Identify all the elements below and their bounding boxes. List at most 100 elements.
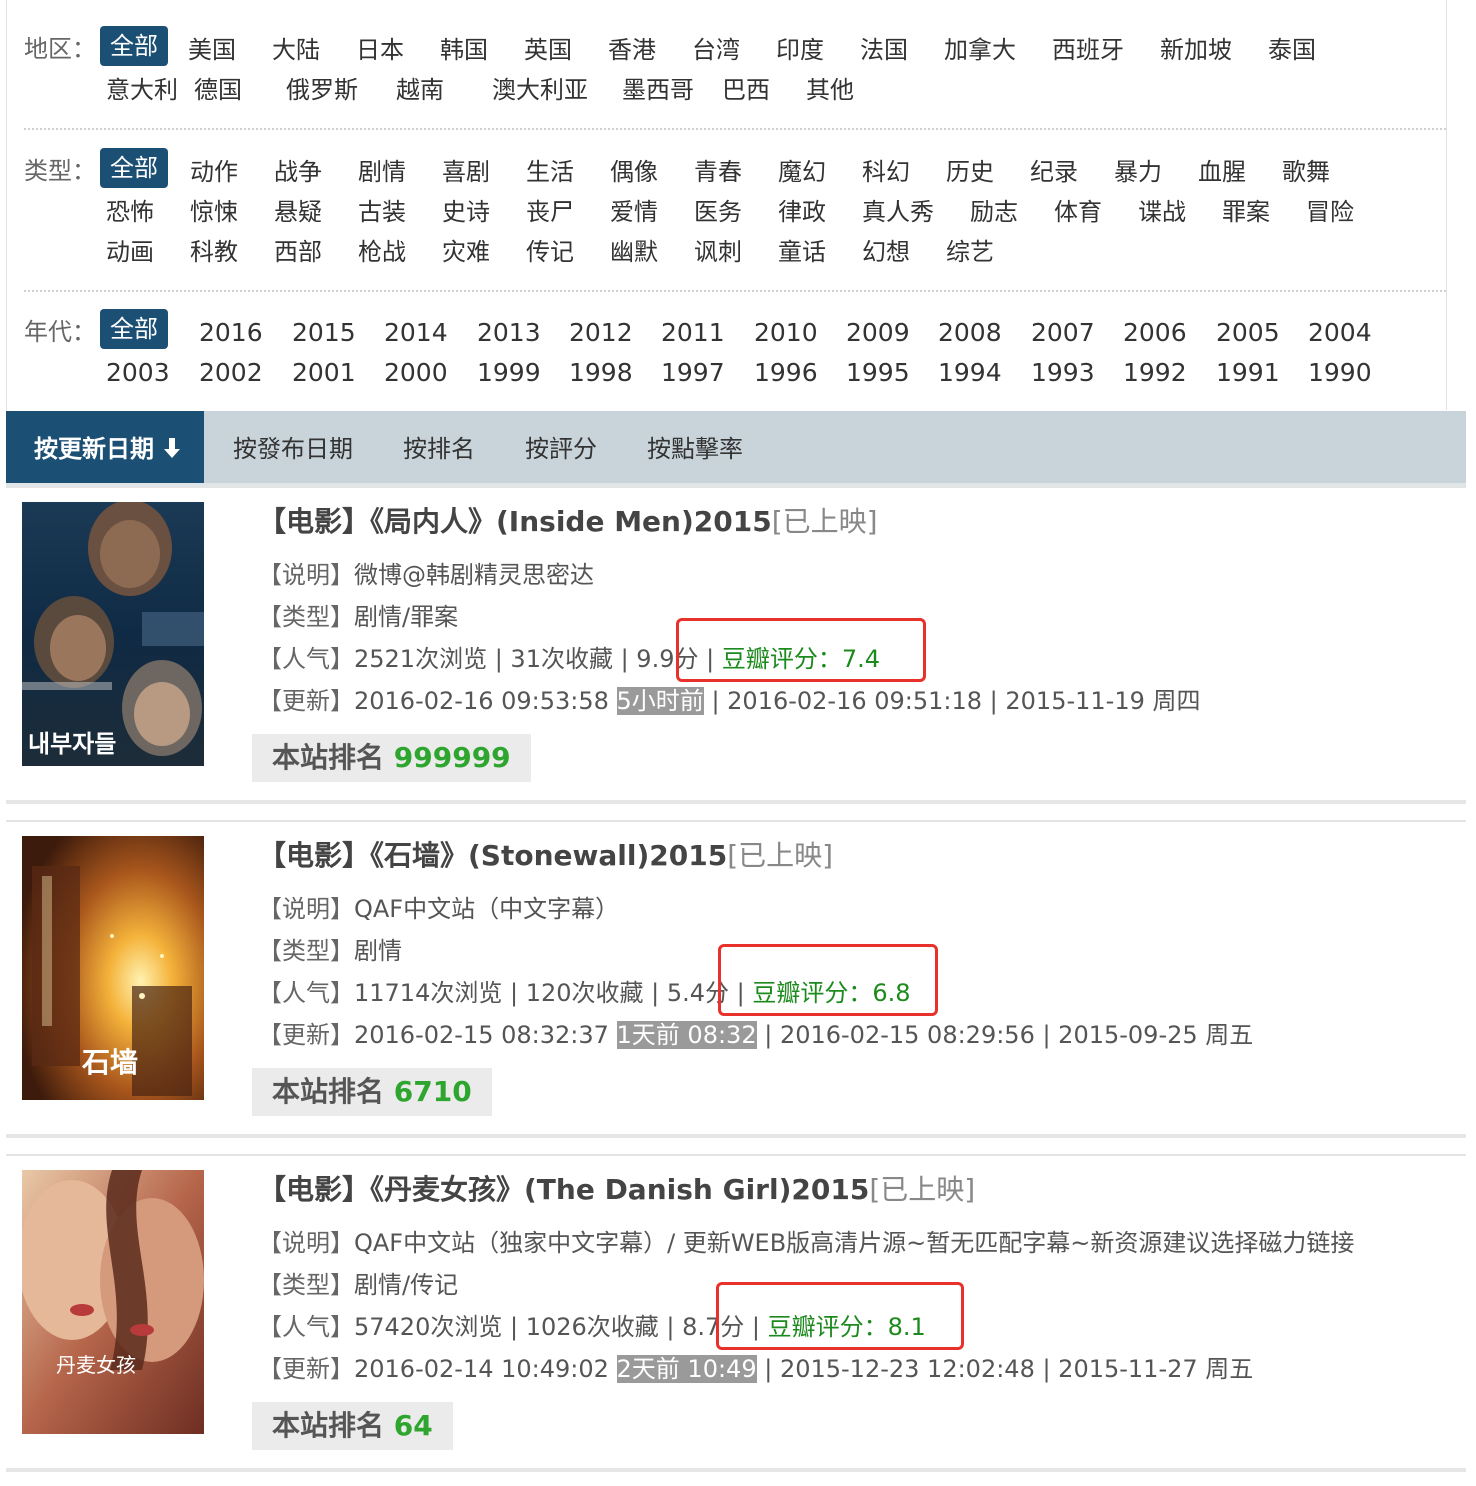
movie-poster[interactable]: 石墙 — [22, 836, 204, 1100]
genre-option[interactable]: 血腥 — [1198, 152, 1246, 192]
movie-title-link[interactable]: 【电影】《局内人》(Inside Men)2015[已上映] — [258, 504, 878, 540]
genre-option[interactable]: 喜剧 — [442, 152, 490, 192]
year-option[interactable]: 2008 — [938, 313, 1002, 353]
genre-option[interactable]: 纪录 — [1030, 152, 1078, 192]
genre-option[interactable]: 丧尸 — [526, 192, 574, 232]
year-option[interactable]: 2016 — [199, 313, 263, 353]
year-option[interactable]: 1993 — [1031, 353, 1095, 393]
genre-option[interactable]: 生活 — [526, 152, 574, 192]
year-option[interactable]: 2005 — [1216, 313, 1280, 353]
region-option[interactable]: 西班牙 — [1052, 30, 1124, 70]
sort-tab-clicks[interactable]: 按點擊率 — [647, 411, 743, 483]
region-option[interactable]: 德国 — [194, 70, 242, 110]
year-option[interactable]: 2001 — [292, 353, 356, 393]
region-option[interactable]: 其他 — [806, 70, 854, 110]
year-option-all-selected[interactable]: 全部 — [100, 309, 168, 349]
genre-option[interactable]: 战争 — [274, 152, 322, 192]
genre-option[interactable]: 西部 — [274, 232, 322, 272]
region-option[interactable]: 意大利 — [106, 70, 178, 110]
genre-option[interactable]: 恐怖 — [106, 192, 154, 232]
region-option[interactable]: 香港 — [608, 30, 656, 70]
region-option[interactable]: 日本 — [356, 30, 404, 70]
year-option[interactable]: 1996 — [754, 353, 818, 393]
year-option[interactable]: 2002 — [199, 353, 263, 393]
year-option[interactable]: 1999 — [477, 353, 541, 393]
year-option[interactable]: 1991 — [1216, 353, 1280, 393]
year-option[interactable]: 2007 — [1031, 313, 1095, 353]
year-option[interactable]: 2015 — [292, 313, 356, 353]
year-option[interactable]: 1997 — [661, 353, 725, 393]
region-option[interactable]: 英国 — [524, 30, 572, 70]
year-option[interactable]: 1992 — [1123, 353, 1187, 393]
year-option[interactable]: 2003 — [106, 353, 170, 393]
region-option[interactable]: 加拿大 — [944, 30, 1016, 70]
genre-option-all-selected[interactable]: 全部 — [100, 148, 168, 188]
genre-option[interactable]: 动画 — [106, 232, 154, 272]
movie-poster[interactable]: 내부자들 — [22, 502, 204, 766]
year-option[interactable]: 2014 — [384, 313, 448, 353]
region-option[interactable]: 印度 — [776, 30, 824, 70]
genre-option[interactable]: 灾难 — [442, 232, 490, 272]
movie-title-link[interactable]: 【电影】《丹麦女孩》(The Danish Girl)2015[已上映] — [258, 1172, 975, 1208]
genre-option[interactable]: 综艺 — [946, 232, 994, 272]
genre-option[interactable]: 励志 — [970, 192, 1018, 232]
region-option[interactable]: 墨西哥 — [622, 70, 694, 110]
genre-option[interactable]: 谍战 — [1138, 192, 1186, 232]
year-option[interactable]: 1995 — [846, 353, 910, 393]
genre-option[interactable]: 科幻 — [862, 152, 910, 192]
year-option[interactable]: 2009 — [846, 313, 910, 353]
region-option[interactable]: 巴西 — [722, 70, 770, 110]
genre-option[interactable]: 爱情 — [610, 192, 658, 232]
region-option[interactable]: 越南 — [396, 70, 444, 110]
genre-option[interactable]: 罪案 — [1222, 192, 1270, 232]
genre-option[interactable]: 歌舞 — [1282, 152, 1330, 192]
region-option[interactable]: 韩国 — [440, 30, 488, 70]
sort-tab-score[interactable]: 按評分 — [525, 411, 597, 483]
sort-tab-update-date[interactable]: 按更新日期 — [6, 411, 204, 483]
year-option[interactable]: 2011 — [661, 313, 725, 353]
year-option[interactable]: 1994 — [938, 353, 1002, 393]
genre-option[interactable]: 历史 — [946, 152, 994, 192]
genre-option[interactable]: 魔幻 — [778, 152, 826, 192]
year-option[interactable]: 1998 — [569, 353, 633, 393]
region-option[interactable]: 泰国 — [1268, 30, 1316, 70]
year-option[interactable]: 2010 — [754, 313, 818, 353]
genre-option[interactable]: 惊悚 — [190, 192, 238, 232]
genre-option[interactable]: 古装 — [358, 192, 406, 232]
year-option[interactable]: 1990 — [1308, 353, 1372, 393]
year-option[interactable]: 2004 — [1308, 313, 1372, 353]
genre-option[interactable]: 律政 — [778, 192, 826, 232]
region-option[interactable]: 台湾 — [692, 30, 740, 70]
region-option[interactable]: 澳大利亚 — [492, 70, 588, 110]
genre-option[interactable]: 剧情 — [358, 152, 406, 192]
sort-tab-publish-date[interactable]: 按發布日期 — [233, 411, 353, 483]
genre-option[interactable]: 青春 — [694, 152, 742, 192]
genre-option[interactable]: 冒险 — [1306, 192, 1354, 232]
genre-option[interactable]: 动作 — [190, 152, 238, 192]
genre-option[interactable]: 幽默 — [610, 232, 658, 272]
genre-option[interactable]: 讽刺 — [694, 232, 742, 272]
movie-poster[interactable]: 丹麦女孩 — [22, 1170, 204, 1434]
region-option[interactable]: 新加坡 — [1160, 30, 1232, 70]
region-option-all-selected[interactable]: 全部 — [100, 26, 168, 66]
genre-option[interactable]: 真人秀 — [862, 192, 934, 232]
year-option[interactable]: 2006 — [1123, 313, 1187, 353]
region-option[interactable]: 俄罗斯 — [286, 70, 358, 110]
region-option[interactable]: 大陆 — [272, 30, 320, 70]
genre-option[interactable]: 悬疑 — [274, 192, 322, 232]
genre-option[interactable]: 科教 — [190, 232, 238, 272]
genre-option[interactable]: 枪战 — [358, 232, 406, 272]
genre-option[interactable]: 传记 — [526, 232, 574, 272]
movie-title-link[interactable]: 【电影】《石墙》(Stonewall)2015[已上映] — [258, 838, 833, 874]
year-option[interactable]: 2012 — [569, 313, 633, 353]
region-option[interactable]: 美国 — [188, 30, 236, 70]
genre-option[interactable]: 医务 — [694, 192, 742, 232]
genre-option[interactable]: 暴力 — [1114, 152, 1162, 192]
genre-option[interactable]: 幻想 — [862, 232, 910, 272]
genre-option[interactable]: 偶像 — [610, 152, 658, 192]
genre-option[interactable]: 体育 — [1054, 192, 1102, 232]
year-option[interactable]: 2013 — [477, 313, 541, 353]
genre-option[interactable]: 史诗 — [442, 192, 490, 232]
year-option[interactable]: 2000 — [384, 353, 448, 393]
sort-tab-rank[interactable]: 按排名 — [403, 411, 475, 483]
